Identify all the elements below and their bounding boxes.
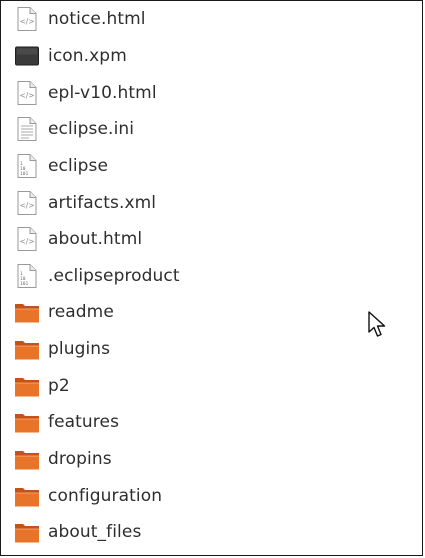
item-label: dropins xyxy=(48,449,112,469)
item-label: eclipse xyxy=(48,155,109,176)
folder-item[interactable]: p2 xyxy=(1,367,422,404)
item-label: about.html xyxy=(48,229,143,250)
file-item[interactable]: </> about.html xyxy=(1,221,422,258)
file-list: </> notice.html icon.xpm </> epl-v10.htm… xyxy=(1,1,422,551)
item-label: p2 xyxy=(48,375,70,396)
folder-icon xyxy=(14,373,40,399)
file-list-panel: </> notice.html icon.xpm </> epl-v10.htm… xyxy=(0,0,423,556)
item-label: features xyxy=(48,412,120,433)
item-label: configuration xyxy=(48,485,163,506)
file-item[interactable]: </> notice.html xyxy=(1,1,422,38)
item-label: readme xyxy=(48,302,114,323)
svg-text:101: 101 xyxy=(20,171,29,177)
folder-item[interactable]: dropins xyxy=(1,441,422,478)
item-label: .eclipseproduct xyxy=(48,265,180,286)
file-item[interactable]: 1 10 101 .eclipseproduct xyxy=(1,257,422,294)
folder-item[interactable]: readme xyxy=(1,294,422,331)
svg-text:101: 101 xyxy=(20,281,29,287)
folder-icon xyxy=(14,299,40,325)
svg-text:</>: </> xyxy=(19,237,34,246)
folder-icon xyxy=(14,446,40,472)
folder-item[interactable]: features xyxy=(1,404,422,441)
svg-text:</>: </> xyxy=(19,91,34,100)
folder-item[interactable]: configuration xyxy=(1,477,422,514)
file-item[interactable]: </> artifacts.xml xyxy=(1,184,422,221)
folder-item[interactable]: about_files xyxy=(1,514,422,551)
item-label: eclipse.ini xyxy=(48,119,135,140)
binary-file-icon: 1 10 101 xyxy=(14,263,40,289)
item-label: plugins xyxy=(48,339,111,360)
binary-file-icon: 1 10 101 xyxy=(14,153,40,179)
file-item[interactable]: </> epl-v10.html xyxy=(1,74,422,111)
svg-text:</>: </> xyxy=(19,201,34,210)
folder-icon xyxy=(14,409,40,435)
text-file-icon xyxy=(14,116,40,142)
item-label: notice.html xyxy=(48,9,146,30)
item-label: about_files xyxy=(48,522,142,543)
folder-icon xyxy=(14,483,40,509)
folder-icon xyxy=(14,519,40,545)
html-file-icon: </> xyxy=(14,6,40,32)
file-item[interactable]: eclipse.ini xyxy=(1,111,422,148)
html-file-icon: </> xyxy=(14,226,40,252)
image-file-icon xyxy=(14,43,40,69)
item-label: artifacts.xml xyxy=(48,192,157,213)
item-label: icon.xpm xyxy=(48,45,127,66)
file-item[interactable]: 1 10 101 eclipse xyxy=(1,148,422,185)
html-file-icon: </> xyxy=(14,190,40,216)
file-item[interactable]: icon.xpm xyxy=(1,38,422,75)
folder-item[interactable]: plugins xyxy=(1,331,422,368)
svg-text:</>: </> xyxy=(19,17,34,26)
folder-icon xyxy=(14,336,40,362)
item-label: epl-v10.html xyxy=(48,82,157,103)
html-file-icon: </> xyxy=(14,80,40,106)
